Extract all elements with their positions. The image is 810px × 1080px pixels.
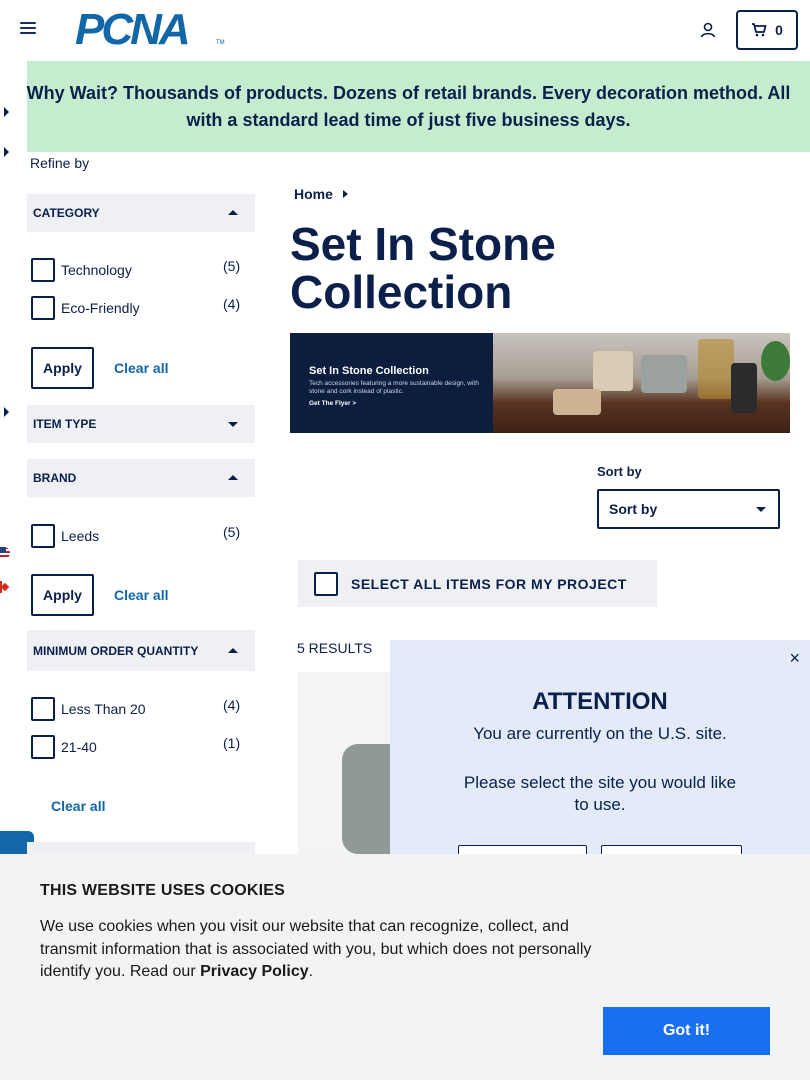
chevron-right-icon[interactable] <box>4 147 9 157</box>
facet-option[interactable]: Less Than 20 (4) <box>31 697 246 721</box>
promo-banner[interactable]: Why Wait? Thousands of products. Dozens … <box>27 61 810 152</box>
option-label: Technology <box>61 262 132 278</box>
wireless-pad-product <box>553 389 601 415</box>
sort-select[interactable]: Sort by <box>597 489 780 529</box>
option-count: (4) <box>223 697 241 713</box>
cookie-text: We use cookies when you visit our websit… <box>40 916 600 984</box>
facet-title: ITEM TYPE <box>33 417 97 431</box>
option-label: Eco-Friendly <box>61 300 140 316</box>
cookie-period: . <box>308 963 314 980</box>
apply-button[interactable]: Apply <box>31 347 94 389</box>
promo-text: Why Wait? Thousands of products. Dozens … <box>26 82 791 130</box>
facet-moq-header[interactable]: MINIMUM ORDER QUANTITY <box>27 630 255 671</box>
logo-wordmark: PCNA <box>75 5 191 54</box>
option-label: 21-40 <box>61 739 97 755</box>
option-count: (1) <box>223 735 241 751</box>
canada-flag-icon[interactable] <box>0 581 10 593</box>
caret-down-icon <box>228 422 238 427</box>
page-title: Set In Stone Collection <box>290 218 556 318</box>
results-count: 5 RESULTS <box>297 640 373 656</box>
select-all-items[interactable]: SELECT ALL ITEMS FOR MY PROJECT <box>298 560 657 607</box>
hero-cta[interactable]: Get The Flyer > <box>309 400 493 407</box>
plant-decor <box>761 341 790 381</box>
checkbox[interactable] <box>31 296 55 320</box>
hamburger-menu-icon[interactable] <box>20 22 36 36</box>
cart-count: 0 <box>775 22 783 38</box>
clear-all-link[interactable]: Clear all <box>51 798 105 814</box>
hero-heading: Set In Stone Collection <box>309 365 429 377</box>
phone-product <box>731 363 757 413</box>
checkbox[interactable] <box>31 524 55 548</box>
facet-option[interactable]: Technology (5) <box>31 258 246 282</box>
got-it-button[interactable]: Got it! <box>603 1007 770 1055</box>
checkbox[interactable] <box>31 697 55 721</box>
site-selector-modal: × ATTENTION You are currently on the U.S… <box>390 640 810 865</box>
clear-all-link[interactable]: Clear all <box>114 587 168 603</box>
clock-product <box>641 355 687 393</box>
option-count: (4) <box>223 296 241 312</box>
facet-title: MINIMUM ORDER QUANTITY <box>33 643 199 658</box>
checkbox[interactable] <box>31 258 55 282</box>
lamp-product <box>698 339 734 399</box>
speaker-product <box>593 351 633 391</box>
logo-trademark: TM <box>216 40 225 46</box>
cookie-banner: THIS WEBSITE USES COOKIES We use cookies… <box>0 854 810 1080</box>
modal-message: You are currently on the U.S. site. <box>473 724 727 743</box>
cookie-body-text: We use cookies when you visit our websit… <box>40 918 592 980</box>
option-label: Leeds <box>61 528 100 544</box>
modal-title: ATTENTION <box>532 688 668 715</box>
hero-text-panel: Set In Stone Collection Tech accessories… <box>290 333 493 433</box>
option-count: (5) <box>223 524 241 540</box>
select-all-label: SELECT ALL ITEMS FOR MY PROJECT <box>351 575 627 592</box>
breadcrumb-home[interactable]: Home <box>294 186 333 202</box>
cart-icon <box>752 23 767 37</box>
hero-subtext: Tech accessories featuring a more sustai… <box>309 380 479 395</box>
checkbox[interactable] <box>31 735 55 759</box>
caret-up-icon <box>228 475 238 480</box>
caret-up-icon <box>228 647 238 653</box>
pcna-logo[interactable]: PCNA TM <box>75 8 225 52</box>
option-count: (5) <box>223 258 241 274</box>
facet-title: BRAND <box>33 471 77 485</box>
close-icon[interactable]: × <box>789 648 800 669</box>
cookie-title: THIS WEBSITE USES COOKIES <box>40 882 286 899</box>
option-label: Less Than 20 <box>61 701 146 717</box>
us-flag-icon[interactable] <box>0 547 10 559</box>
facet-category-header[interactable]: CATEGORY <box>27 194 255 232</box>
breadcrumb: Home <box>294 186 348 202</box>
sort-value: Sort by <box>609 501 658 517</box>
cart-button[interactable]: 0 <box>736 10 798 50</box>
caret-up-icon <box>228 210 238 215</box>
chevron-right-icon[interactable] <box>4 407 9 417</box>
chevron-right-icon[interactable] <box>4 107 9 117</box>
facet-option[interactable]: Eco-Friendly (4) <box>31 296 246 320</box>
clear-all-link[interactable]: Clear all <box>114 360 168 376</box>
select-all-checkbox[interactable] <box>314 571 338 596</box>
facet-option[interactable]: 21-40 (1) <box>31 735 246 759</box>
apply-button[interactable]: Apply <box>31 574 94 616</box>
modal-question: Please select the site you would like to… <box>463 773 737 814</box>
facet-option[interactable]: Leeds (5) <box>31 524 246 548</box>
site-header: PCNA TM 0 <box>0 0 810 61</box>
facet-title: CATEGORY <box>33 206 100 220</box>
user-icon[interactable] <box>699 21 717 39</box>
privacy-policy-link[interactable]: Privacy Policy <box>200 963 309 980</box>
facet-item-type-header[interactable]: ITEM TYPE <box>27 405 255 443</box>
chevron-right-icon <box>342 190 348 198</box>
caret-down-icon <box>756 507 766 512</box>
hero-product-photo <box>493 333 790 433</box>
sort-label: Sort by <box>597 464 642 479</box>
hero-banner[interactable]: Set In Stone Collection Tech accessories… <box>290 333 790 433</box>
facet-brand-header[interactable]: BRAND <box>27 459 255 497</box>
refine-by-title: Refine by <box>30 155 90 171</box>
